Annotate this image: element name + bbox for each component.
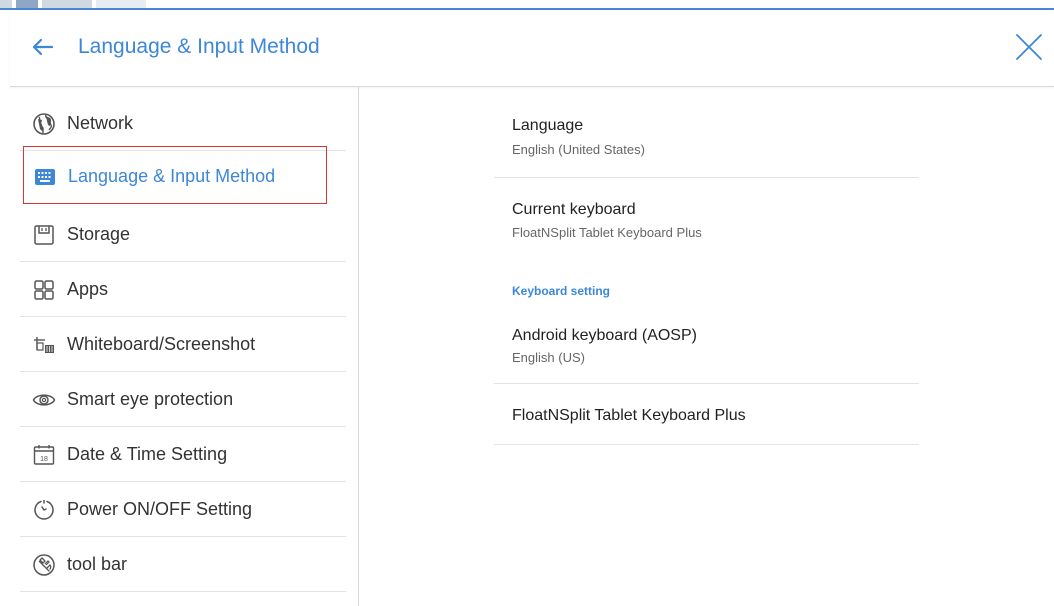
sidebar-item-label: Power ON/OFF Setting xyxy=(67,499,253,519)
settings-sidebar: Network Language & Input Method Storage xyxy=(10,87,359,606)
close-button[interactable] xyxy=(1012,30,1046,64)
calendar-icon-day: 18 xyxy=(40,456,48,463)
window-top-line xyxy=(0,8,1054,10)
sidebar-item-label: Storage xyxy=(67,224,131,244)
calendar-icon: 18 xyxy=(33,445,55,465)
back-button[interactable] xyxy=(28,32,58,62)
sidebar-item-storage[interactable]: Storage xyxy=(20,206,346,262)
toolbar-icon xyxy=(33,554,55,576)
sidebar-item-label: Date & Time Setting xyxy=(67,444,228,464)
sidebar-item-label: Network xyxy=(67,113,134,133)
divider xyxy=(494,177,919,178)
whiteboard-icon xyxy=(34,337,54,353)
storage-icon xyxy=(34,225,54,245)
sidebar-item-network[interactable]: Network xyxy=(20,95,346,151)
apps-grid-icon xyxy=(34,280,54,300)
setting-title: FloatNSplit Tablet Keyboard Plus xyxy=(512,407,746,424)
current-keyboard-setting[interactable]: Current keyboard FloatNSplit Tablet Keyb… xyxy=(494,197,919,247)
setting-title: Language xyxy=(512,117,584,134)
divider xyxy=(494,444,919,445)
timer-icon xyxy=(34,499,54,520)
globe-icon xyxy=(33,113,55,135)
window-top-strip xyxy=(0,0,1054,10)
sidebar-item-eye-protection[interactable]: Smart eye protection xyxy=(20,371,346,427)
arrow-left-icon xyxy=(32,38,54,56)
sidebar-item-whiteboard[interactable]: Whiteboard/Screenshot xyxy=(20,316,346,372)
keyboard-setting-section-header: Keyboard setting xyxy=(512,284,611,298)
header-bar: Language & Input Method xyxy=(10,12,1054,87)
setting-value: FloatNSplit Tablet Keyboard Plus xyxy=(512,225,702,240)
tab-fragment xyxy=(16,0,38,8)
tab-fragment xyxy=(96,0,146,8)
setting-value: English (United States) xyxy=(512,142,645,157)
setting-title: Android keyboard (AOSP) xyxy=(512,327,697,344)
setting-value: English (US) xyxy=(512,350,585,365)
page-title: Language & Input Method xyxy=(78,35,320,58)
language-setting[interactable]: Language English (United States) xyxy=(494,113,919,177)
floatnsplit-keyboard-setting[interactable]: FloatNSplit Tablet Keyboard Plus xyxy=(494,384,919,444)
sidebar-item-power[interactable]: Power ON/OFF Setting xyxy=(20,481,346,537)
sidebar-item-toolbar[interactable]: tool bar xyxy=(20,536,346,592)
android-keyboard-setting[interactable]: Android keyboard (AOSP) English (US) xyxy=(494,323,919,383)
close-icon xyxy=(1016,34,1042,60)
sidebar-item-language[interactable]: Language & Input Method xyxy=(23,146,327,204)
sidebar-item-label: tool bar xyxy=(67,554,128,574)
sidebar-item-label: Smart eye protection xyxy=(67,389,234,409)
sidebar-item-date-time[interactable]: 18 Date & Time Setting xyxy=(20,426,346,482)
setting-title: Current keyboard xyxy=(512,201,636,218)
tab-fragment xyxy=(0,0,12,8)
sidebar-item-label: Language & Input Method xyxy=(68,166,276,186)
eye-icon xyxy=(32,394,56,406)
tab-fragment xyxy=(42,0,92,8)
sidebar-item-label: Whiteboard/Screenshot xyxy=(67,334,256,354)
sidebar-item-label: Apps xyxy=(67,279,109,299)
keyboard-icon xyxy=(35,169,55,185)
sidebar-item-apps[interactable]: Apps xyxy=(20,261,346,317)
